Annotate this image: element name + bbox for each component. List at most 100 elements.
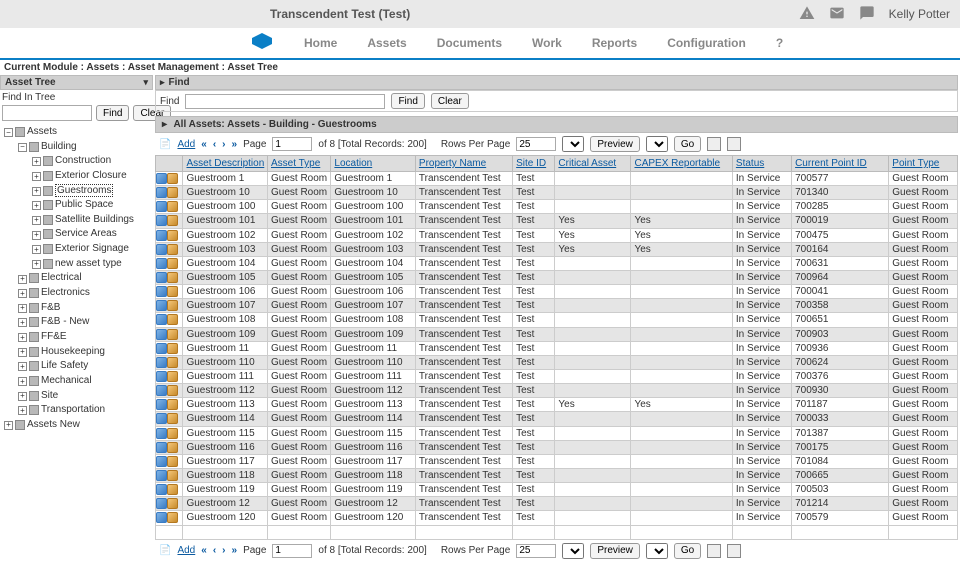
edit-icon[interactable] bbox=[167, 230, 178, 241]
tree-toggle-icon[interactable]: + bbox=[32, 157, 41, 166]
edit-icon[interactable] bbox=[167, 428, 178, 439]
find-in-tree-button[interactable]: Find bbox=[96, 105, 129, 121]
tree-toggle-icon[interactable]: + bbox=[32, 201, 41, 210]
nav-configuration[interactable]: Configuration bbox=[667, 36, 746, 50]
view-icon[interactable] bbox=[156, 371, 167, 382]
col-site-id[interactable]: Site ID bbox=[513, 156, 555, 172]
find-caret-icon[interactable]: ▸ bbox=[160, 77, 165, 88]
prev-page-icon[interactable]: ‹ bbox=[213, 139, 216, 150]
tree-toggle-icon[interactable]: + bbox=[18, 318, 27, 327]
edit-icon[interactable] bbox=[167, 399, 178, 410]
tree-node-mechanical[interactable]: Mechanical bbox=[41, 375, 92, 386]
tree-node-ff-e[interactable]: FF&E bbox=[41, 331, 67, 342]
edit-icon[interactable] bbox=[167, 357, 178, 368]
col-critical-asset[interactable]: Critical Asset bbox=[555, 156, 631, 172]
tree-toggle-icon[interactable]: + bbox=[18, 362, 27, 371]
tree-node-assets-new[interactable]: Assets New bbox=[27, 419, 80, 430]
tree-node-life-safety[interactable]: Life Safety bbox=[41, 360, 88, 371]
preview-select[interactable] bbox=[646, 543, 668, 559]
preview-button[interactable]: Preview bbox=[590, 136, 640, 152]
last-page-icon[interactable]: » bbox=[232, 545, 238, 556]
view-icon[interactable] bbox=[156, 173, 167, 184]
view-icon[interactable] bbox=[156, 300, 167, 311]
view-icon[interactable] bbox=[156, 484, 167, 495]
view-icon[interactable] bbox=[156, 286, 167, 297]
rows-select[interactable] bbox=[562, 136, 584, 152]
tree-toggle-icon[interactable]: + bbox=[32, 260, 41, 269]
view-icon[interactable] bbox=[156, 456, 167, 467]
user-name[interactable]: Kelly Potter bbox=[889, 7, 950, 21]
tree-toggle-icon[interactable]: − bbox=[18, 143, 27, 152]
tree-node-f-b[interactable]: F&B bbox=[41, 302, 60, 313]
tree-toggle-icon[interactable]: + bbox=[18, 333, 27, 342]
view-icon[interactable] bbox=[156, 413, 167, 424]
tree-node-new-asset-type[interactable]: new asset type bbox=[55, 258, 122, 269]
tree-node-electronics[interactable]: Electronics bbox=[41, 287, 90, 298]
tree-toggle-icon[interactable]: + bbox=[18, 377, 27, 386]
add-link[interactable]: Add bbox=[177, 139, 195, 150]
view-icon[interactable] bbox=[156, 244, 167, 255]
rows-select[interactable] bbox=[562, 543, 584, 559]
page-input[interactable] bbox=[272, 544, 312, 558]
prev-page-icon[interactable]: ‹ bbox=[213, 545, 216, 556]
tree-toggle-icon[interactable]: + bbox=[18, 275, 27, 284]
edit-icon[interactable] bbox=[167, 442, 178, 453]
tree-node-building[interactable]: Building bbox=[41, 141, 77, 152]
add-link[interactable]: Add bbox=[177, 545, 195, 556]
edit-icon[interactable] bbox=[167, 314, 178, 325]
view-icon[interactable] bbox=[156, 329, 167, 340]
tree-node-site[interactable]: Site bbox=[41, 390, 58, 401]
view-icon[interactable] bbox=[156, 399, 167, 410]
tree-node-service-areas[interactable]: Service Areas bbox=[55, 228, 117, 239]
view-icon[interactable] bbox=[156, 314, 167, 325]
view-icon[interactable] bbox=[156, 187, 167, 198]
alert-icon[interactable] bbox=[799, 5, 815, 24]
nav-home[interactable]: Home bbox=[304, 36, 337, 50]
tree-toggle-icon[interactable]: − bbox=[4, 128, 13, 137]
tree-toggle-icon[interactable]: + bbox=[32, 216, 41, 225]
view-icon[interactable] bbox=[156, 272, 167, 283]
tree-node-construction[interactable]: Construction bbox=[55, 155, 111, 166]
col-point-type[interactable]: Point Type bbox=[889, 156, 958, 172]
find-input[interactable] bbox=[185, 94, 385, 109]
col-capex-reportable[interactable]: CAPEX Reportable bbox=[631, 156, 732, 172]
tree-node-f-b-new[interactable]: F&B - New bbox=[41, 316, 89, 327]
view-icon[interactable] bbox=[156, 428, 167, 439]
panel-caret-icon[interactable]: ▾ bbox=[143, 77, 148, 88]
col-location[interactable]: Location bbox=[331, 156, 416, 172]
edit-icon[interactable] bbox=[167, 244, 178, 255]
nav-reports[interactable]: Reports bbox=[592, 36, 637, 50]
col-asset-type[interactable]: Asset Type bbox=[268, 156, 331, 172]
go-button[interactable]: Go bbox=[674, 136, 701, 152]
preview-select[interactable] bbox=[646, 136, 668, 152]
tree-node-transportation[interactable]: Transportation bbox=[41, 404, 105, 415]
edit-icon[interactable] bbox=[167, 371, 178, 382]
tree-node-housekeeping[interactable]: Housekeeping bbox=[41, 346, 105, 357]
tree-node-guestrooms[interactable]: Guestrooms bbox=[55, 184, 113, 197]
view-icon[interactable] bbox=[156, 215, 167, 226]
rows-input[interactable] bbox=[516, 544, 556, 558]
view-icon[interactable] bbox=[156, 498, 167, 509]
edit-icon[interactable] bbox=[167, 343, 178, 354]
view-icon[interactable] bbox=[156, 512, 167, 523]
first-page-icon[interactable]: « bbox=[201, 139, 207, 150]
col-asset-description[interactable]: Asset Description bbox=[183, 156, 268, 172]
print-icon[interactable] bbox=[727, 544, 741, 558]
edit-icon[interactable] bbox=[167, 300, 178, 311]
edit-icon[interactable] bbox=[167, 201, 178, 212]
edit-icon[interactable] bbox=[167, 498, 178, 509]
tree-node-satellite-buildings[interactable]: Satellite Buildings bbox=[55, 214, 134, 225]
tree-toggle-icon[interactable]: + bbox=[18, 348, 27, 357]
view-icon[interactable] bbox=[156, 343, 167, 354]
view-icon[interactable] bbox=[156, 230, 167, 241]
edit-icon[interactable] bbox=[167, 512, 178, 523]
view-icon[interactable] bbox=[156, 385, 167, 396]
tree-node-exterior-closure[interactable]: Exterior Closure bbox=[55, 170, 127, 181]
tree-node-exterior-signage[interactable]: Exterior Signage bbox=[55, 243, 129, 254]
chat-icon[interactable] bbox=[859, 5, 875, 24]
view-icon[interactable] bbox=[156, 470, 167, 481]
tree-toggle-icon[interactable]: + bbox=[18, 304, 27, 313]
tree-toggle-icon[interactable]: + bbox=[32, 187, 41, 196]
edit-icon[interactable] bbox=[167, 173, 178, 184]
last-page-icon[interactable]: » bbox=[232, 139, 238, 150]
